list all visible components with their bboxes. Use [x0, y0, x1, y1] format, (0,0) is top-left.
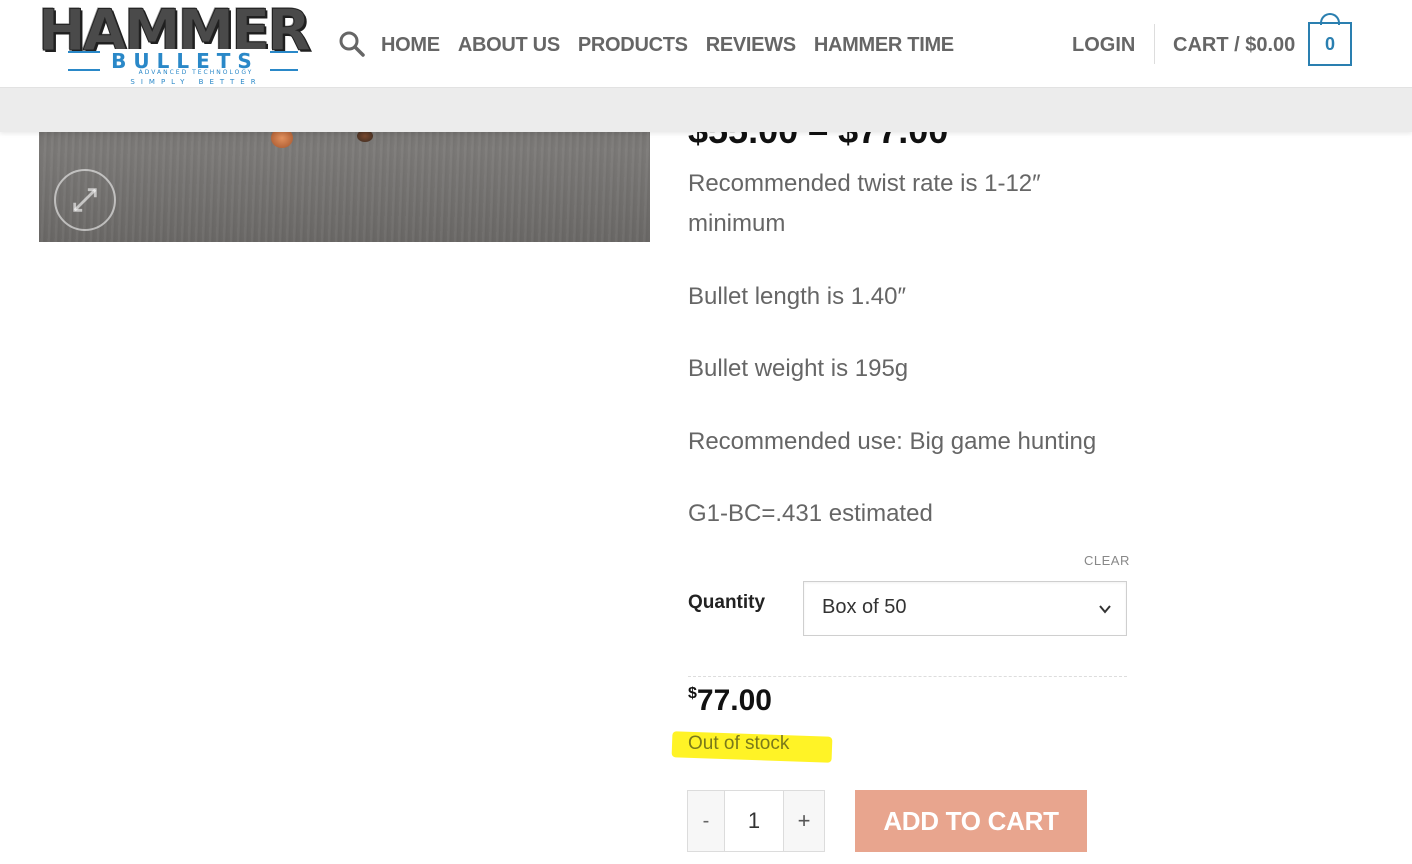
nav-reviews[interactable]: REVIEWS: [706, 30, 796, 60]
logo-tagline-1: ADVANCED TECHNOLOGY: [138, 69, 254, 76]
nav-about-us[interactable]: ABOUT US: [458, 30, 560, 60]
quantity-select-value: Box of 50: [822, 596, 907, 618]
divider: [688, 676, 1127, 677]
description-bullet-weight: Bullet weight is 195g: [688, 355, 909, 382]
quantity-decrease-button[interactable]: -: [688, 791, 724, 851]
add-to-cart-button[interactable]: ADD TO CART: [855, 790, 1087, 852]
logo-tagline-2: SIMPLY BETTER: [130, 78, 262, 86]
price-currency-symbol: $: [688, 685, 697, 702]
description-twist-rate-cont: minimum: [688, 210, 786, 237]
quantity-stepper: - 1 +: [687, 790, 825, 852]
site-header: HAMMER BULLETS ADVANCED TECHNOLOGY SIMPL…: [0, 0, 1412, 88]
quantity-input[interactable]: 1: [724, 791, 784, 851]
cart-count-badge[interactable]: 0: [1308, 22, 1352, 66]
variation-price: $77.00: [688, 684, 772, 718]
cart-link[interactable]: CART / $0.00: [1173, 30, 1295, 60]
chevron-down-icon: [1099, 605, 1111, 614]
nav-products[interactable]: PRODUCTS: [578, 30, 688, 60]
site-logo[interactable]: HAMMER BULLETS ADVANCED TECHNOLOGY SIMPL…: [38, 0, 312, 88]
clear-variation-link[interactable]: CLEAR: [1084, 553, 1130, 568]
login-link[interactable]: LOGIN: [1072, 30, 1135, 60]
price-value: 77.00: [696, 684, 772, 717]
description-twist-rate: Recommended twist rate is 1-12″: [688, 170, 1041, 197]
search-icon[interactable]: [338, 30, 366, 58]
quantity-increase-button[interactable]: +: [784, 791, 824, 851]
description-ballistic-coefficient: G1-BC=.431 estimated: [688, 500, 933, 527]
main-nav: HOME ABOUT US PRODUCTS REVIEWS HAMMER TI…: [381, 30, 954, 60]
nav-home[interactable]: HOME: [381, 30, 440, 60]
expand-icon[interactable]: [54, 169, 116, 231]
quantity-select[interactable]: Box of 50: [803, 581, 1127, 636]
description-recommended-use: Recommended use: Big game hunting: [688, 428, 1097, 455]
sticky-header-band: [0, 88, 1412, 132]
quantity-label: Quantity: [688, 592, 766, 613]
nav-hammer-time[interactable]: HAMMER TIME: [814, 30, 954, 60]
description-bullet-length: Bullet length is 1.40″: [688, 283, 906, 310]
header-divider: [1154, 24, 1155, 64]
stock-status: Out of stock: [688, 733, 790, 754]
